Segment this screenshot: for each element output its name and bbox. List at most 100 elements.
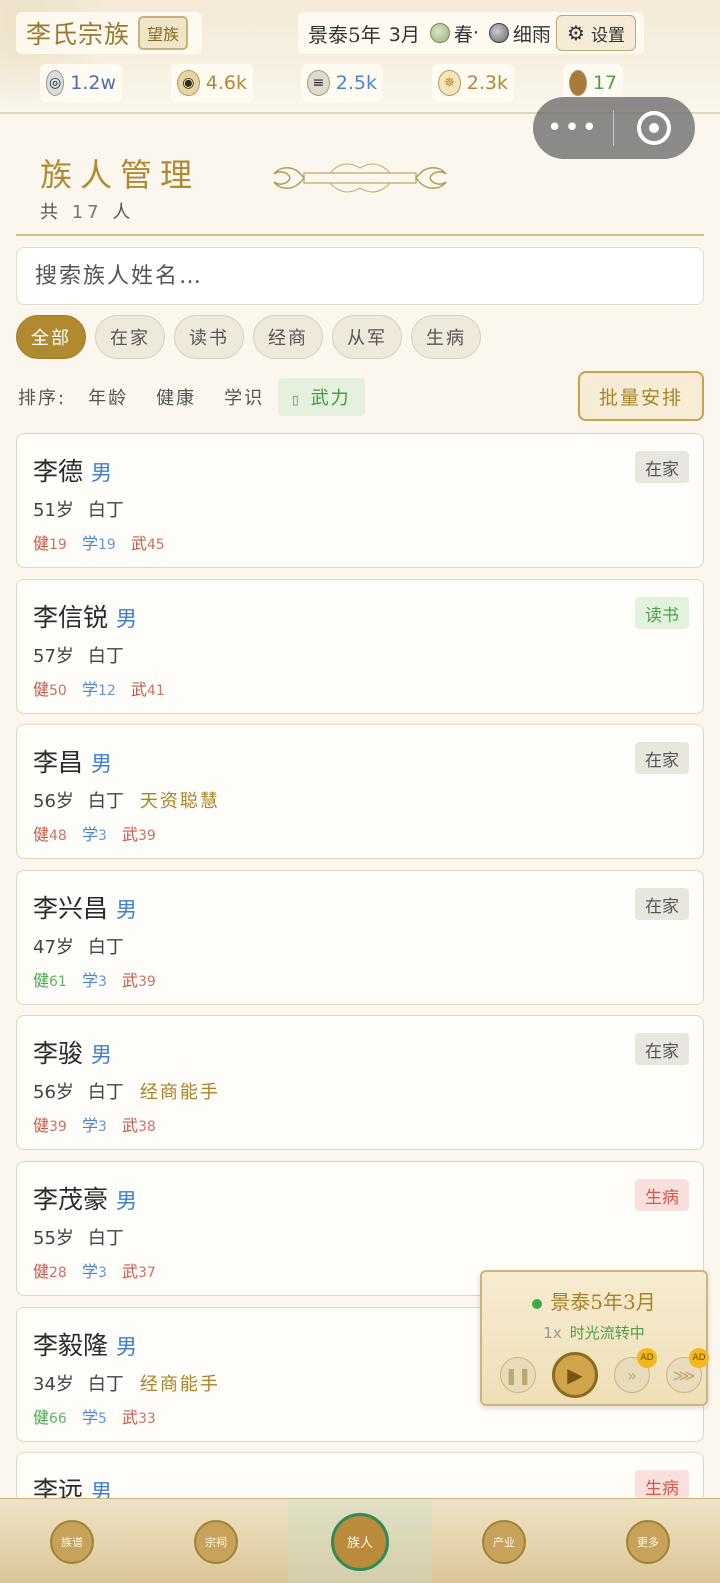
member-name: 李茂豪 <box>33 1185 109 1214</box>
clan-name: 李氏宗族 <box>26 20 131 49</box>
bottom-nav: 族谱 宗祠 族人 产业 更多 <box>0 1498 720 1583</box>
member-name: 李毅隆 <box>33 1331 109 1360</box>
member-title: 白丁 <box>87 1374 124 1395</box>
status-badge: 在家 <box>635 451 689 483</box>
member-trait: 经商能手 <box>139 1374 220 1395</box>
nav-genealogy[interactable]: 族谱 <box>0 1499 144 1583</box>
faster-forward-button[interactable]: ⋙ AD <box>666 1348 709 1393</box>
clan-info[interactable]: 李氏宗族 望族 <box>16 12 202 54</box>
filter-home[interactable]: 在家 <box>95 315 165 359</box>
pause-button[interactable]: ❚❚ <box>500 1357 536 1393</box>
current-month: 3月 <box>388 23 420 46</box>
status-badge: 在家 <box>635 888 689 920</box>
member-card[interactable]: 李骏男 56岁 白丁 经商能手 健39 学3 武38 在家 <box>16 1015 704 1150</box>
people-icon: 族人 <box>331 1512 389 1571</box>
sort-bar: 排序: 年龄 健康 学识 ▯ 武力 <box>18 378 365 416</box>
filter-military[interactable]: 从军 <box>332 315 402 359</box>
time-panel-date: 景泰5年3月 <box>550 1290 656 1314</box>
page-title: 族人管理 <box>40 156 201 194</box>
more-icon: 更多 <box>626 1519 670 1564</box>
sort-martial[interactable]: ▯ 武力 <box>278 378 365 416</box>
member-title: 白丁 <box>87 1228 124 1249</box>
member-card[interactable]: 李昌男 56岁 白丁 天资聪慧 健48 学3 武39 在家 <box>16 724 704 859</box>
search-input[interactable] <box>16 247 704 305</box>
nav-members[interactable]: 族人 <box>288 1499 432 1583</box>
status-badge: 在家 <box>635 1033 689 1065</box>
member-stats: 健66 学5 武33 <box>33 1408 156 1427</box>
money-bag-icon: ◉ <box>177 70 200 96</box>
sort-health[interactable]: 健康 <box>142 378 210 416</box>
member-title: 白丁 <box>87 646 124 667</box>
nav-industry[interactable]: 产业 <box>432 1499 576 1583</box>
member-name: 李昌 <box>33 748 84 777</box>
settings-label: 设置 <box>590 25 625 46</box>
member-name: 李兴昌 <box>33 894 109 923</box>
sort-label: 排序: <box>18 388 67 409</box>
population-icon <box>569 70 587 96</box>
member-trait: 经商能手 <box>139 1082 220 1103</box>
member-gender: 男 <box>91 752 113 776</box>
member-card[interactable]: 李信锐男 57岁 白丁 健50 学12 武41 读书 <box>16 579 704 714</box>
member-stats: 健19 学19 武45 <box>33 534 165 553</box>
member-stats: 健39 学3 武38 <box>33 1116 156 1135</box>
member-title: 白丁 <box>87 500 124 521</box>
ad-badge: AD <box>637 1348 657 1368</box>
resource-prestige[interactable]: ✵ 2.3k <box>432 64 514 102</box>
book-icon: 族谱 <box>50 1519 94 1564</box>
resource-grain[interactable]: ≡ 2.5k <box>301 64 383 102</box>
play-button[interactable]: ▶ <box>552 1352 598 1398</box>
time-status: 时光流转中 <box>569 1324 645 1342</box>
fast-forward-icon: » <box>627 1365 637 1385</box>
filter-sick[interactable]: 生病 <box>411 315 481 359</box>
fast-forward-button[interactable]: » AD <box>614 1348 657 1393</box>
current-date: 景泰5年 <box>308 22 381 47</box>
member-card[interactable]: 李德男 51岁 白丁 健19 学19 武45 在家 <box>16 433 704 568</box>
member-gender: 男 <box>116 898 138 922</box>
filter-all[interactable]: 全部 <box>16 315 86 359</box>
spring-icon <box>429 23 450 43</box>
member-card[interactable]: 李兴昌男 47岁 白丁 健61 学3 武39 在家 <box>16 870 704 1005</box>
date-weather-box: 景泰5年 3月 春 · 细雨 ⚙ 设置 <box>298 12 644 54</box>
season-label: 春 <box>453 23 473 46</box>
scroll-icon: 产业 <box>482 1519 526 1564</box>
resource-silver[interactable]: ◎ 1.2w <box>40 64 122 102</box>
member-stats: 健61 学3 武39 <box>33 971 156 990</box>
play-icon: ▶ <box>567 1363 583 1387</box>
ad-badge: AD <box>689 1348 709 1368</box>
running-indicator <box>532 1298 543 1309</box>
member-name: 李德 <box>33 457 84 486</box>
member-title: 白丁 <box>87 791 124 812</box>
member-gender: 男 <box>116 607 138 631</box>
clan-rank-badge: 望族 <box>138 16 189 50</box>
silver-icon: ◎ <box>46 70 65 96</box>
status-badge: 读书 <box>635 597 689 629</box>
status-filter-bar: 全部 在家 读书 经商 从军 生病 <box>16 315 481 359</box>
temple-icon: 宗祠 <box>194 1519 238 1564</box>
nav-ancestral-hall[interactable]: 宗祠 <box>144 1499 288 1583</box>
member-stats: 健50 学12 武41 <box>33 680 165 699</box>
time-control-panel: 景泰5年3月 1x 时光流转中 ❚❚ ▶ » AD ⋙ AD <box>480 1270 709 1406</box>
member-name: 李信锐 <box>33 603 109 632</box>
nav-more[interactable]: 更多 <box>576 1499 720 1583</box>
filter-trade[interactable]: 经商 <box>253 315 323 359</box>
settings-button[interactable]: ⚙ 设置 <box>556 15 636 51</box>
batch-arrange-button[interactable]: 批量安排 <box>578 371 704 421</box>
pause-icon: ❚❚ <box>504 1365 532 1385</box>
sort-age[interactable]: 年龄 <box>74 378 142 416</box>
member-stats: 健48 学3 武39 <box>33 825 156 844</box>
prestige-icon: ✵ <box>438 70 461 96</box>
speed-label: 1x <box>543 1324 562 1342</box>
sort-direction-icon: ▯ <box>292 393 301 407</box>
member-name: 李骏 <box>33 1039 84 1068</box>
member-trait: 天资聪慧 <box>139 791 220 812</box>
sort-learning[interactable]: 学识 <box>210 378 278 416</box>
page-header: 族人管理 共 17 人 <box>16 126 704 236</box>
member-gender: 男 <box>116 1335 138 1359</box>
member-title: 白丁 <box>87 1082 124 1103</box>
resource-money[interactable]: ◉ 4.6k <box>171 64 253 102</box>
weather-label: 细雨 <box>512 23 551 46</box>
filter-study[interactable]: 读书 <box>174 315 244 359</box>
member-gender: 男 <box>91 461 113 485</box>
gear-icon: ⚙ <box>567 21 585 45</box>
ornament-icon <box>273 163 447 193</box>
